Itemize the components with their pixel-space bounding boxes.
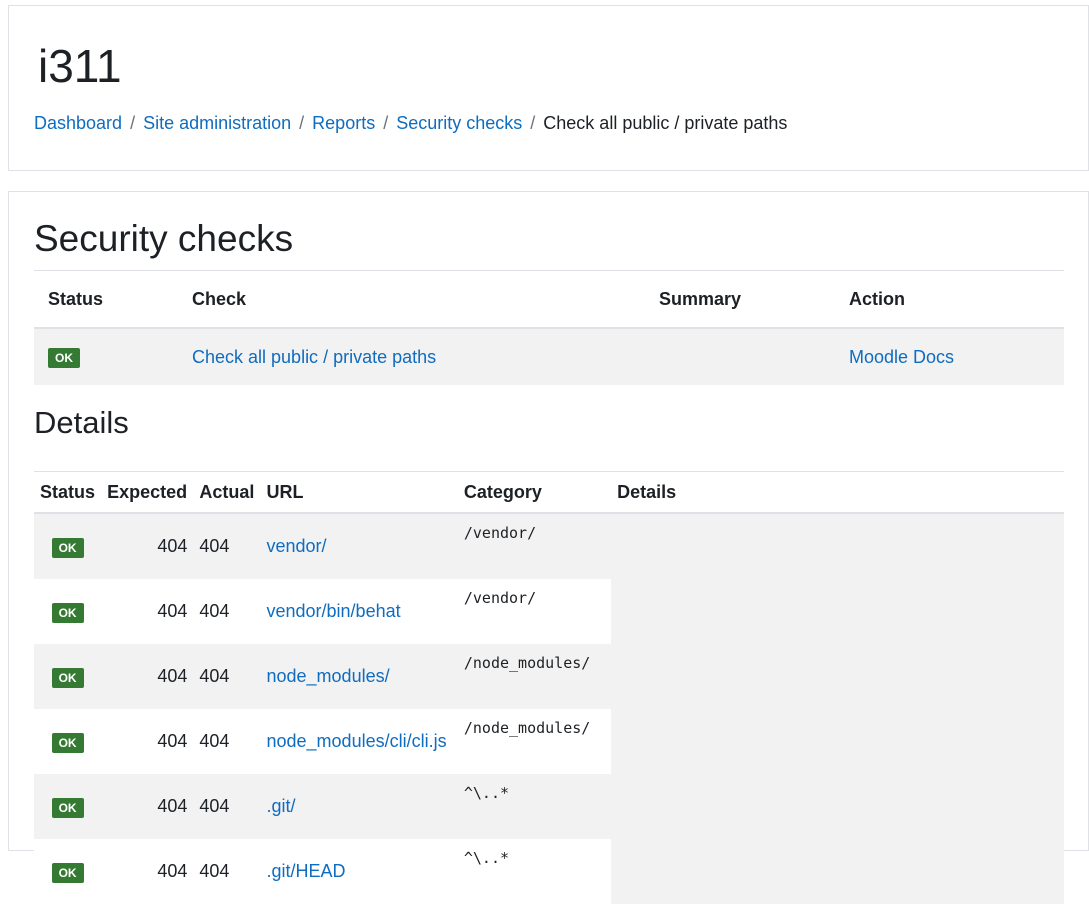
- status-cell: OK: [34, 709, 102, 774]
- action-cell: Moodle Docs: [835, 328, 1064, 385]
- url-link[interactable]: vendor/: [267, 536, 327, 556]
- column-header-actual: Actual: [193, 471, 261, 514]
- url-link[interactable]: node_modules/cli/cli.js: [267, 731, 447, 751]
- status-cell: OK: [34, 513, 102, 579]
- details-table: Status Expected Actual URL Category Deta…: [34, 471, 1064, 904]
- status-cell: OK: [34, 579, 102, 644]
- url-cell: node_modules/cli/cli.js: [260, 709, 458, 774]
- expected-cell: 404: [101, 839, 194, 904]
- expected-cell: 404: [101, 579, 194, 644]
- table-row: OK 404 404 vendor/ /vendor/: [34, 513, 1064, 904]
- category-cell: ^\..*: [457, 839, 612, 904]
- actual-cell: 404: [193, 774, 261, 839]
- actual-cell: 404: [193, 579, 261, 644]
- details-heading: Details: [34, 405, 129, 440]
- column-header-summary: Summary: [645, 270, 835, 329]
- actual-cell: 404: [193, 513, 261, 579]
- site-title: i311: [38, 40, 122, 92]
- url-cell: vendor/bin/behat: [260, 579, 458, 644]
- table-header-row: Status Check Summary Action: [34, 270, 1064, 329]
- category-cell: /vendor/: [457, 513, 612, 579]
- check-cell: Check all public / private paths: [178, 328, 645, 385]
- expected-cell: 404: [101, 644, 194, 709]
- breadcrumb-current: Check all public / private paths: [543, 113, 788, 133]
- status-cell: OK: [34, 644, 102, 709]
- url-link[interactable]: vendor/bin/behat: [267, 601, 401, 621]
- category-cell: /node_modules/: [457, 709, 612, 774]
- status-badge: OK: [48, 348, 80, 368]
- column-header-check: Check: [178, 270, 645, 329]
- url-link[interactable]: .git/: [267, 796, 296, 816]
- url-cell: node_modules/: [260, 644, 458, 709]
- category-cell: ^\..*: [457, 774, 612, 839]
- column-header-status: Status: [34, 471, 102, 514]
- status-badge: OK: [51, 862, 84, 883]
- column-header-expected: Expected: [101, 471, 194, 514]
- expected-cell: 404: [101, 709, 194, 774]
- breadcrumb-reports[interactable]: Reports: [312, 113, 375, 133]
- summary-cell: [645, 328, 835, 385]
- moodle-docs-link[interactable]: Moodle Docs: [849, 347, 954, 367]
- category-cell: /vendor/: [457, 579, 612, 644]
- status-badge: OK: [51, 732, 84, 753]
- column-header-status: Status: [34, 270, 178, 329]
- main-content: Security checks Status Check Summary Act…: [8, 191, 1089, 904]
- check-link[interactable]: Check all public / private paths: [192, 347, 436, 367]
- security-checks-table: Status Check Summary Action OK Check all…: [34, 270, 1064, 385]
- status-cell: OK: [34, 328, 178, 385]
- table-row: OK Check all public / private paths Mood…: [34, 328, 1064, 385]
- status-badge: OK: [51, 667, 84, 688]
- security-checks-heading: Security checks: [34, 218, 294, 259]
- actual-cell: 404: [193, 644, 261, 709]
- column-header-details: Details: [611, 471, 1064, 514]
- breadcrumb-security-checks[interactable]: Security checks: [396, 113, 522, 133]
- breadcrumb-separator: /: [530, 113, 536, 133]
- url-cell: .git/: [260, 774, 458, 839]
- breadcrumb-separator: /: [299, 113, 305, 133]
- page-header: i311 Dashboard / Site administration / Repor…: [8, 5, 1089, 171]
- details-cell: [611, 513, 1064, 904]
- url-link[interactable]: .git/HEAD: [267, 861, 346, 881]
- actual-cell: 404: [193, 839, 261, 904]
- status-cell: OK: [34, 774, 102, 839]
- breadcrumb-separator: /: [383, 113, 389, 133]
- expected-cell: 404: [101, 774, 194, 839]
- url-link[interactable]: node_modules/: [267, 666, 390, 686]
- status-cell: OK: [34, 839, 102, 904]
- column-header-url: URL: [260, 471, 458, 514]
- breadcrumb-site-administration[interactable]: Site administration: [143, 113, 291, 133]
- breadcrumb-dashboard[interactable]: Dashboard: [34, 113, 122, 133]
- actual-cell: 404: [193, 709, 261, 774]
- breadcrumb: Dashboard / Site administration / Reports / Se…: [34, 112, 787, 134]
- url-cell: vendor/: [260, 513, 458, 579]
- status-badge: OK: [51, 797, 84, 818]
- category-cell: /node_modules/: [457, 644, 612, 709]
- status-badge: OK: [51, 537, 84, 558]
- column-header-category: Category: [457, 471, 612, 514]
- breadcrumb-separator: /: [130, 113, 136, 133]
- status-badge: OK: [51, 602, 84, 623]
- table-header-row: Status Expected Actual URL Category Deta…: [34, 471, 1064, 514]
- column-header-action: Action: [835, 270, 1064, 329]
- expected-cell: 404: [101, 513, 194, 579]
- url-cell: .git/HEAD: [260, 839, 458, 904]
